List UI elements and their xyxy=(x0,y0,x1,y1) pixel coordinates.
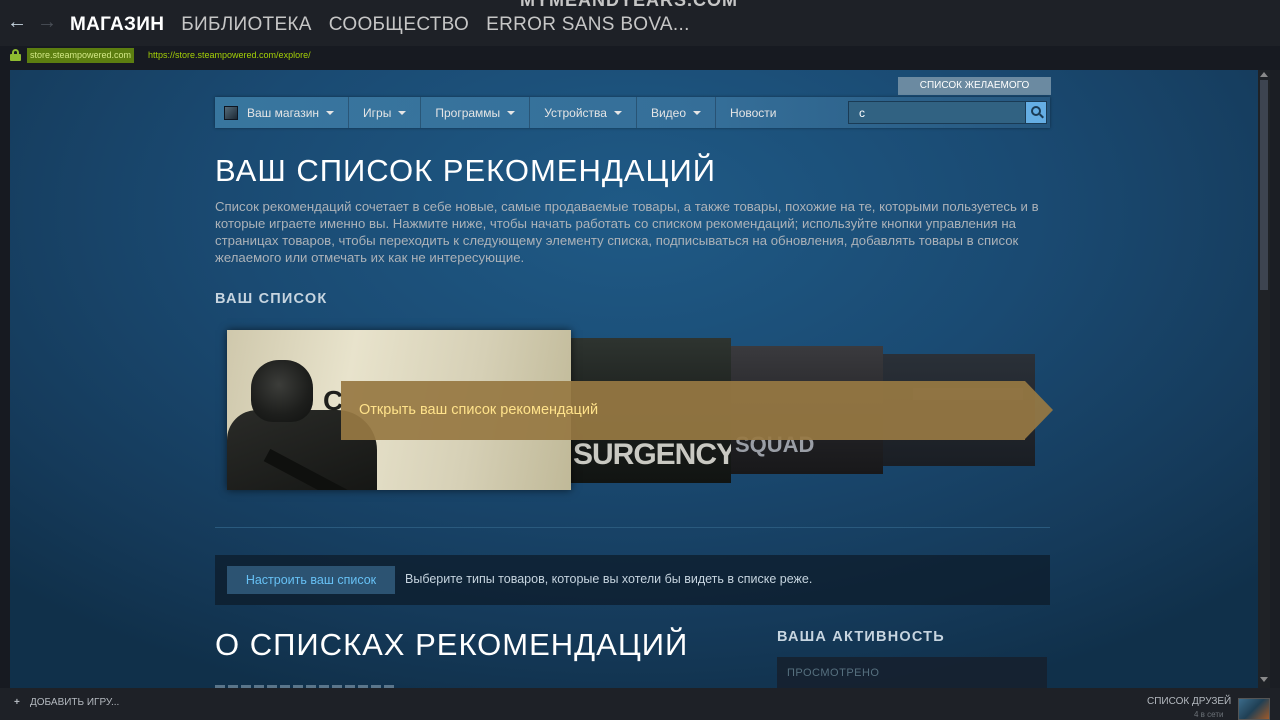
chevron-down-icon xyxy=(693,110,702,115)
nav-hardware[interactable]: Устройства xyxy=(530,97,637,128)
customize-bar: Настроить ваш список Выберите типы товар… xyxy=(215,555,1050,605)
nav-label: Устройства xyxy=(544,105,607,120)
friends-list-button[interactable]: СПИСОК ДРУЗЕЙ xyxy=(1147,696,1231,707)
tab-profile[interactable]: ERROR SANS BOVA... xyxy=(486,14,690,36)
page-url[interactable]: https://store.steampowered.com/explore/ xyxy=(148,50,311,60)
page-description: Список рекомендаций сочетает в себе новы… xyxy=(215,199,1039,265)
nav-label: Программы xyxy=(435,105,501,120)
search-button[interactable] xyxy=(1025,101,1047,124)
scroll-up-icon[interactable] xyxy=(1260,72,1268,77)
wishlist-button[interactable]: СПИСОК ЖЕЛАЕМОГО xyxy=(898,77,1051,95)
open-queue-label: Открыть ваш список рекомендаций xyxy=(359,402,599,418)
client-header: MYMEANDYEARS.COM ← → МАГАЗИН БИБЛИОТЕКА … xyxy=(0,0,1280,46)
nav-video[interactable]: Видео xyxy=(637,97,717,128)
tab-community[interactable]: СООБЩЕСТВО xyxy=(329,14,469,36)
nav-news[interactable]: Новости xyxy=(716,97,790,128)
customize-queue-button[interactable]: Настроить ваш список xyxy=(227,566,395,594)
add-game-button[interactable]: + ДОБАВИТЬ ИГРУ... xyxy=(14,697,119,708)
tab-store[interactable]: МАГАЗИН xyxy=(70,14,164,36)
capsule-logo: SURGENCY xyxy=(573,438,731,471)
back-arrow-icon[interactable]: ← xyxy=(6,12,28,34)
store-search-input[interactable] xyxy=(848,101,1026,124)
window-edge xyxy=(1270,70,1280,688)
add-game-label: ДОБАВИТЬ ИГРУ... xyxy=(30,697,120,708)
ghost-title: MYMEANDYEARS.COM xyxy=(520,0,739,10)
chevron-down-icon xyxy=(507,110,516,115)
chevron-down-icon xyxy=(398,110,407,115)
url-bar: store.steampowered.com https://store.ste… xyxy=(0,46,1280,66)
tab-library[interactable]: БИБЛИОТЕКА xyxy=(181,14,312,36)
chevron-down-icon xyxy=(613,110,622,115)
friends-online-count: 4 в сети xyxy=(1194,710,1224,719)
your-queue-heading: ВАШ СПИСОК xyxy=(215,291,328,307)
store-nav: Ваш магазин Игры Программы Устройства Ви… xyxy=(215,97,1050,128)
domain-chip: store.steampowered.com xyxy=(27,48,135,63)
page-scrollbar[interactable] xyxy=(1258,70,1270,688)
forward-arrow-icon[interactable]: → xyxy=(36,12,58,34)
activity-viewed-label: ПРОСМОТРЕНО xyxy=(787,667,880,679)
about-title: О СПИСКАХ РЕКОМЕНДАЦИЙ xyxy=(215,627,689,662)
scroll-thumb[interactable] xyxy=(1260,80,1268,290)
open-queue-button[interactable]: Открыть ваш список рекомендаций xyxy=(341,381,1053,440)
lock-icon xyxy=(10,49,21,61)
store-viewport: СПИСОК ЖЕЛАЕМОГО Ваш магазин Игры Програ… xyxy=(10,70,1258,688)
nav-label: Ваш магазин xyxy=(247,105,320,120)
page-title: ВАШ СПИСОК РЕКОМЕНДАЦИЙ xyxy=(215,153,717,188)
activity-viewed-box: ПРОСМОТРЕНО xyxy=(777,657,1047,688)
store-logo-icon xyxy=(224,105,238,120)
scroll-down-icon[interactable] xyxy=(1260,677,1268,682)
activity-heading: ВАША АКТИВНОСТЬ xyxy=(777,629,945,645)
customize-hint: Выберите типы товаров, которые вы хотели… xyxy=(405,572,813,586)
nav-label: Видео xyxy=(650,105,687,120)
about-text-cut xyxy=(215,680,415,688)
nav-your-store[interactable]: Ваш магазин xyxy=(215,97,350,128)
avatar[interactable] xyxy=(1238,698,1270,720)
arrow-right-icon xyxy=(1025,381,1053,439)
section-divider xyxy=(215,527,1050,528)
nav-label: Новости xyxy=(730,105,777,120)
client-footer: + ДОБАВИТЬ ИГРУ... СПИСОК ДРУЗЕЙ 4 в сети xyxy=(0,688,1280,720)
client-main-nav: МАГАЗИН БИБЛИОТЕКА СООБЩЕСТВО ERROR SANS… xyxy=(70,14,690,36)
nav-label: Игры xyxy=(363,105,392,120)
nav-software[interactable]: Программы xyxy=(421,97,531,128)
plus-icon: + xyxy=(14,697,20,708)
nav-games[interactable]: Игры xyxy=(349,97,422,128)
chevron-down-icon xyxy=(326,110,335,115)
